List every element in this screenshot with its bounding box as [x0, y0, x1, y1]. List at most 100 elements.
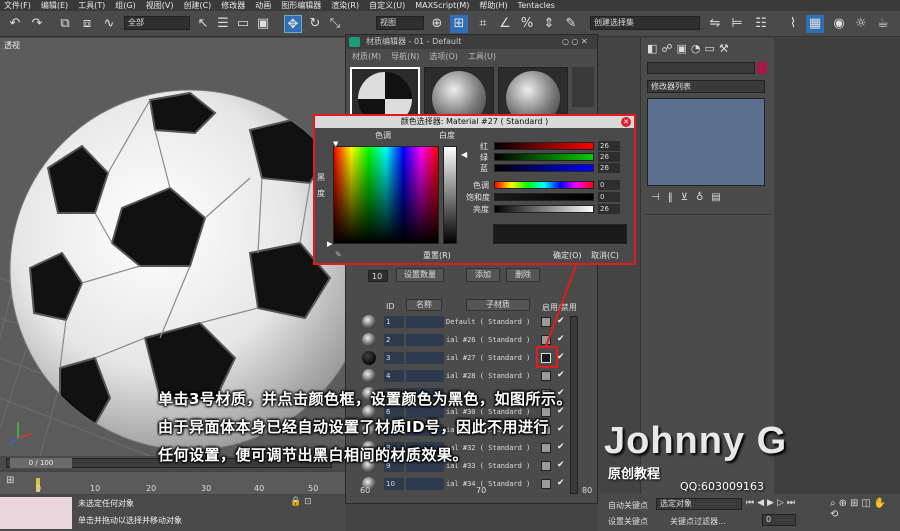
menu-maxscript[interactable]: MAXScript(M)	[415, 0, 469, 11]
col-name-header[interactable]: 名称	[406, 299, 442, 311]
row-name-field[interactable]	[406, 352, 444, 364]
layer-manager-icon[interactable]: ☷	[752, 15, 770, 33]
select-and-rotate-icon[interactable]: ↻	[306, 15, 324, 33]
menu-tools[interactable]: 工具(T)	[78, 0, 105, 11]
key-set-select[interactable]: 选定对象	[656, 498, 742, 510]
reset-button[interactable]: 重置(R)	[423, 250, 451, 261]
link-icon[interactable]: ⧉	[56, 15, 74, 33]
time-slider-thumb[interactable]: 0 / 100	[10, 458, 72, 468]
row-enable-checkbox[interactable]: ✔	[557, 352, 565, 362]
row-enable-checkbox[interactable]: ✔	[557, 460, 565, 470]
select-object-icon[interactable]: ↖	[194, 15, 212, 33]
mirror-icon[interactable]: ⇋	[706, 15, 724, 33]
select-manipulate-icon[interactable]: ⊞	[450, 15, 468, 33]
snap-toggle-icon[interactable]: ⌗	[474, 15, 492, 33]
menu-customize[interactable]: 自定义(U)	[369, 0, 405, 11]
hue-blackness-field[interactable]	[333, 146, 439, 244]
row-name-field[interactable]	[406, 370, 444, 382]
row-enable-checkbox[interactable]: ✔	[557, 424, 565, 434]
mat-menu-navigation[interactable]: 导航(N)	[391, 51, 419, 63]
render-icon[interactable]: ☕	[874, 15, 892, 33]
menu-views[interactable]: 视图(V)	[146, 0, 174, 11]
select-and-move-icon[interactable]: ✥	[284, 15, 302, 33]
modifier-list-select[interactable]: 修改器列表	[647, 80, 765, 93]
bind-spacewarp-icon[interactable]: ∿	[100, 15, 118, 33]
row-color-swatch[interactable]	[541, 479, 551, 489]
green-slider[interactable]	[494, 153, 594, 161]
red-slider[interactable]	[494, 142, 594, 150]
mat-menu-material[interactable]: 材质(M)	[352, 51, 381, 63]
autokey-button[interactable]: 自动关键点	[608, 500, 648, 511]
setkey-button[interactable]: 设置关键点	[608, 516, 648, 527]
row-enable-checkbox[interactable]: ✔	[557, 478, 565, 488]
row-submat-button[interactable]: ial #27 ( Standard )	[446, 352, 538, 364]
row-name-field[interactable]	[406, 478, 444, 490]
menu-animation[interactable]: 动画	[255, 0, 271, 11]
viewport-nav-icons[interactable]: ⌕⊕⊞◫✋⟲	[830, 498, 898, 528]
menu-rendering[interactable]: 渲染(R)	[331, 0, 359, 11]
hue-value[interactable]: 0	[598, 180, 620, 190]
selection-filter-select[interactable]: 全部	[124, 16, 190, 30]
pivot-center-icon[interactable]: ⊕	[428, 15, 446, 33]
green-value[interactable]: 26	[598, 152, 620, 162]
stack-tools[interactable]: ⊣‖⊻♁▤	[651, 192, 761, 204]
row-name-field[interactable]	[406, 316, 444, 328]
saturation-value[interactable]: 0	[598, 192, 620, 202]
menu-file[interactable]: 文件(F)	[4, 0, 31, 11]
whiteness-slider[interactable]	[443, 146, 457, 244]
reference-coord-select[interactable]: 视图	[376, 16, 424, 30]
unlink-icon[interactable]: ⧈	[78, 15, 96, 33]
mat-menu-options[interactable]: 选项(O)	[429, 51, 458, 63]
table-row[interactable]: 10 ial #34 ( Standard ) ✔	[360, 476, 580, 492]
command-panel-tabs[interactable]: ◧☍▣◔▭⚒	[647, 42, 767, 56]
lock-selection-icon[interactable]: 🔒 ⊡	[290, 497, 340, 509]
blue-slider[interactable]	[494, 164, 594, 172]
menu-help[interactable]: 帮助(H)	[479, 0, 507, 11]
track-bar[interactable]: ⊞ 0 10 20 30 40 50	[0, 472, 345, 494]
percent-snap-icon[interactable]: %	[518, 15, 536, 33]
object-name-field[interactable]	[647, 62, 755, 74]
window-crossing-icon[interactable]: ▣	[254, 15, 272, 33]
table-row[interactable]: 4 ial #28 ( Standard ) ✔	[360, 368, 580, 384]
maxscript-listener[interactable]	[0, 497, 72, 529]
redo-icon[interactable]: ↷	[28, 15, 46, 33]
saturation-slider[interactable]	[494, 193, 594, 201]
menu-group[interactable]: 组(G)	[115, 0, 135, 11]
current-frame-input[interactable]: 0	[762, 514, 796, 526]
select-by-name-icon[interactable]: ☰	[214, 15, 232, 33]
menu-tentacles[interactable]: Tentacles	[518, 0, 555, 11]
row-enable-checkbox[interactable]: ✔	[557, 370, 565, 380]
key-mode-icon[interactable]: ⊞	[6, 475, 20, 489]
material-editor-icon[interactable]: ◉	[830, 15, 848, 33]
delete-button[interactable]: 删除	[506, 268, 540, 282]
ok-button[interactable]: 确定(O)	[553, 250, 582, 261]
red-value[interactable]: 26	[598, 141, 620, 151]
set-count-input[interactable]: 10	[368, 270, 388, 282]
modifier-stack[interactable]	[647, 98, 765, 186]
row-submat-button[interactable]: Default ( Standard )	[446, 316, 538, 328]
add-button[interactable]: 添加	[466, 268, 500, 282]
menu-edit[interactable]: 编辑(E)	[41, 0, 68, 11]
select-and-scale-icon[interactable]: ⤡	[326, 15, 344, 33]
window-controls[interactable]: ○ ○ ✕	[562, 37, 596, 47]
row-submat-button[interactable]: ial #34 ( Standard )	[446, 478, 538, 490]
row-enable-checkbox[interactable]: ✔	[557, 442, 565, 452]
spinner-snap-icon[interactable]: ⇕	[540, 15, 558, 33]
edit-named-sel-icon[interactable]: ✎	[562, 15, 580, 33]
sample-type-tools[interactable]	[572, 67, 594, 107]
undo-icon[interactable]: ↶	[6, 15, 24, 33]
row-submat-button[interactable]: ial #26 ( Standard )	[446, 334, 538, 346]
row-color-swatch[interactable]	[541, 371, 551, 381]
blue-value[interactable]: 26	[598, 163, 620, 173]
row-color-swatch[interactable]	[541, 443, 551, 453]
brightness-value[interactable]: 26	[598, 204, 620, 214]
curve-editor-icon[interactable]: ⌇	[784, 15, 802, 33]
align-icon[interactable]: ⊨	[728, 15, 746, 33]
row-submat-button[interactable]: ial #28 ( Standard )	[446, 370, 538, 382]
menu-modifiers[interactable]: 修改器	[221, 0, 245, 11]
row-name-field[interactable]	[406, 334, 444, 346]
cancel-button[interactable]: 取消(C)	[591, 250, 619, 261]
key-filters-button[interactable]: 关键点过滤器...	[670, 516, 726, 527]
mat-menu-utilities[interactable]: 工具(U)	[468, 51, 496, 63]
value-slider[interactable]	[494, 205, 594, 213]
